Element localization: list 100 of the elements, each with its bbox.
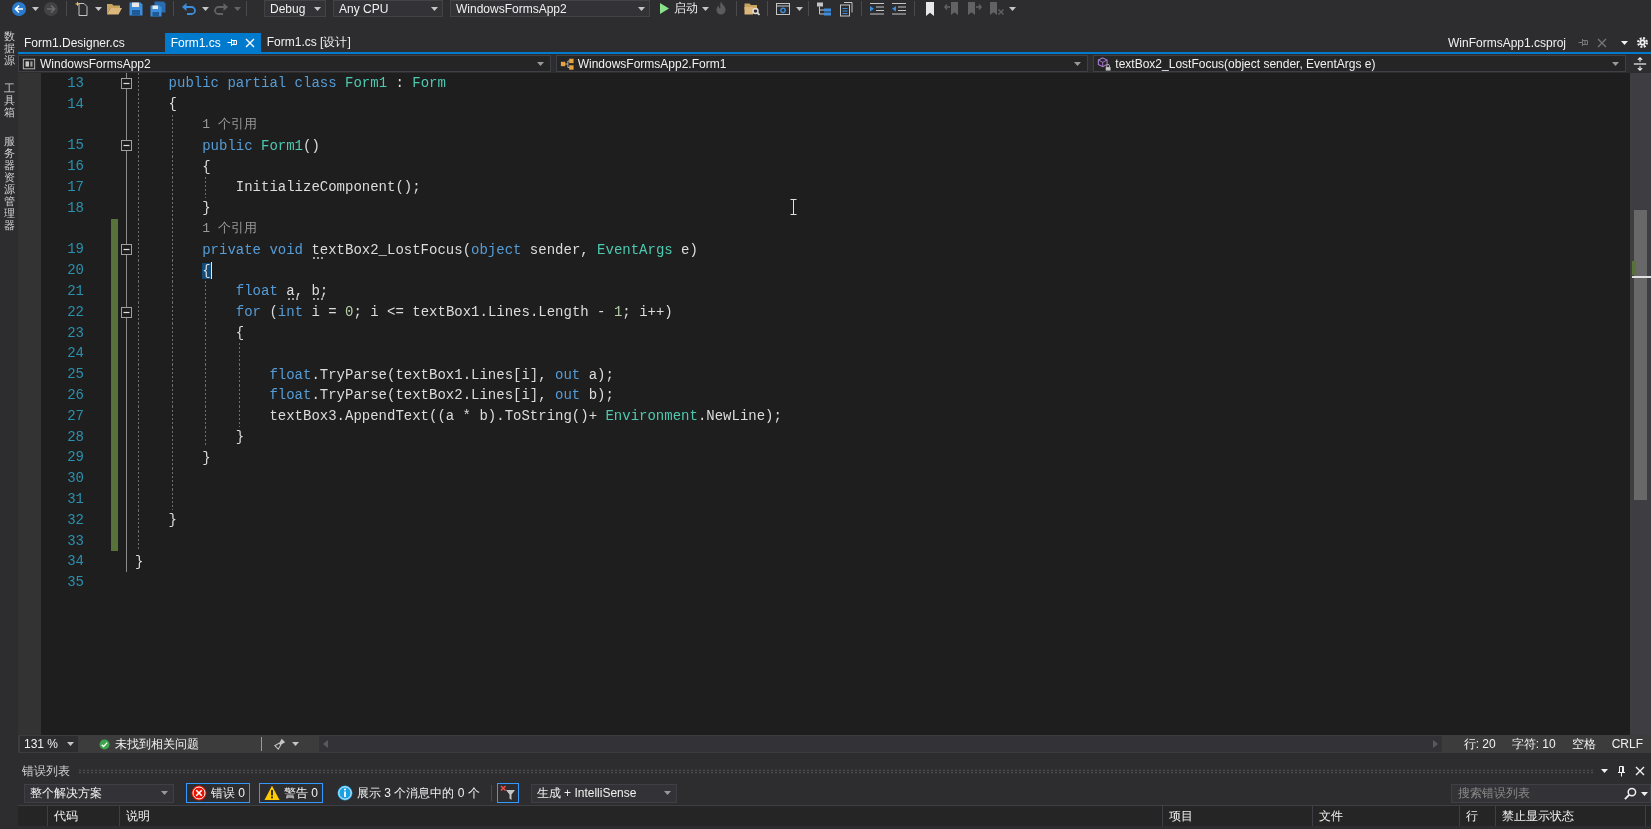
line-number: 34: [67, 553, 84, 570]
line-number: 13: [67, 75, 84, 91]
caret-icon: [94, 6, 102, 11]
line-number: 25: [67, 366, 84, 383]
caret-icon[interactable]: [1641, 791, 1648, 796]
line-number: 31: [67, 490, 84, 507]
line-indicator[interactable]: 行: 20: [1463, 735, 1496, 753]
caret-icon: [201, 6, 209, 11]
settings-icon[interactable]: [1636, 36, 1649, 49]
line-number: 28: [67, 428, 84, 445]
side-tab[interactable]: 数据源: [3, 30, 15, 67]
search-icon[interactable]: [1624, 786, 1637, 800]
caret-icon[interactable]: [1601, 769, 1608, 773]
play-icon: [660, 3, 669, 14]
column-header[interactable]: 说明: [126, 807, 150, 825]
zoom-dropdown[interactable]: 131 %: [20, 736, 78, 752]
bookmark-arrow-icon: [944, 0, 960, 17]
side-tab[interactable]: 服务器资源管理器: [3, 134, 15, 232]
start-button[interactable]: 启动: [658, 0, 700, 17]
toolbar-dropdown[interactable]: Debug: [264, 0, 326, 17]
filter-toggle[interactable]: 错误 0: [186, 783, 250, 803]
search-field[interactable]: 搜索错误列表: [1451, 783, 1651, 803]
change-marker: [1632, 261, 1636, 275]
line-number: 35: [67, 574, 84, 591]
code-line: }: [135, 552, 144, 571]
error-icon: [191, 785, 207, 801]
tab-label[interactable]: Form1.Designer.cs: [24, 35, 125, 50]
collapse-icon[interactable]: [121, 244, 132, 256]
filter-icon: [499, 785, 516, 801]
scrollbar-thumb[interactable]: [1634, 210, 1647, 500]
code-line: float a, b;: [235, 282, 329, 301]
code-cleanup-button[interactable]: [272, 736, 301, 752]
column-header[interactable]: 禁止显示状态: [1502, 807, 1574, 825]
caret-icon: [1008, 6, 1016, 11]
column-header[interactable]: 行: [1466, 807, 1478, 825]
collapse-icon[interactable]: [121, 306, 132, 318]
line-number: 33: [67, 532, 84, 549]
build-filter-button[interactable]: [496, 783, 519, 803]
line-ending[interactable]: CRLF: [1611, 737, 1643, 751]
toolbar-dropdown[interactable]: WindowsFormsApp2: [450, 0, 650, 17]
line-number: 27: [67, 407, 84, 424]
line-number: 18: [67, 199, 84, 216]
caret-icon: [431, 6, 438, 11]
line-number: 14: [67, 95, 84, 112]
preview-tab[interactable]: WinFormsApp1.csproj: [1447, 35, 1566, 50]
code-line: {: [235, 323, 245, 342]
bookmark-arrow-icon: [966, 0, 982, 17]
code-line: }: [168, 511, 177, 530]
document-tab[interactable]: Form1.cs: [164, 33, 261, 52]
line-number: 17: [67, 179, 84, 195]
caret-icon: [1074, 61, 1082, 66]
cube-lock-icon: [1097, 56, 1112, 71]
tab-label[interactable]: Form1.cs [设计]: [266, 34, 351, 51]
issues-indicator[interactable]: 未找到相关问题: [97, 736, 201, 752]
reference-count-link[interactable]: 1 个引用: [202, 116, 257, 134]
code-line: float.TryParse(textBox2.Lines[i], out b);: [269, 386, 614, 405]
caret-icon: [314, 6, 321, 11]
caret-icon: [292, 742, 299, 746]
save-all-icon: [150, 0, 166, 17]
window-icon: [775, 0, 791, 17]
line-number: 23: [67, 324, 84, 341]
caret-icon: [701, 6, 709, 11]
tab-label[interactable]: Form1.cs: [170, 35, 221, 50]
document-tab[interactable]: Form1.Designer.cs: [18, 33, 165, 52]
collapse-icon[interactable]: [121, 140, 132, 152]
scope-dropdown[interactable]: 整个解决方案: [24, 783, 174, 803]
column-header[interactable]: 文件: [1319, 807, 1343, 825]
side-tab[interactable]: 工具箱: [3, 82, 15, 119]
filter-toggle[interactable]: 展示 3 个消息中的 0 个: [332, 783, 485, 803]
brush-icon: [274, 738, 286, 750]
navigation-dropdown[interactable]: textBox2_LostFocus(object sender, EventArgs e): [1093, 55, 1626, 72]
toolbar-dropdown[interactable]: Any CPU: [333, 0, 443, 17]
warning-icon: [264, 785, 280, 801]
filter-toggle[interactable]: 警告 0: [259, 783, 324, 803]
panel-title: 错误列表: [22, 762, 70, 780]
navigation-dropdown[interactable]: WindowsFormsApp2: [18, 55, 551, 72]
caret-icon[interactable]: [1621, 40, 1628, 45]
code-line: for (int i = 0; i <= textBox1.Lines.Length - 1; i++): [235, 303, 673, 322]
line-number: 16: [67, 158, 84, 175]
line-number: 29: [67, 449, 84, 466]
collapse-icon[interactable]: [121, 77, 132, 89]
column-indicator[interactable]: 字符: 10: [1511, 735, 1556, 753]
line-number: 30: [67, 470, 84, 487]
check-circle-icon: [99, 738, 110, 750]
save-icon: [128, 0, 144, 17]
reference-count-link[interactable]: 1 个引用: [202, 219, 257, 238]
navigation-dropdown[interactable]: WindowsFormsApp2.Form1: [555, 55, 1089, 72]
line-number: 19: [67, 241, 84, 258]
code-line: public Form1(): [202, 136, 320, 155]
caret-line-marker: [1632, 276, 1651, 278]
vertical-scrollbar[interactable]: [1630, 73, 1651, 735]
column-header[interactable]: 项目: [1169, 807, 1193, 825]
split-arrows-icon[interactable]: [1633, 56, 1647, 71]
column-header[interactable]: 代码: [54, 807, 78, 825]
new-file-icon: [74, 0, 90, 17]
document-tab[interactable]: Form1.cs [设计]: [260, 33, 391, 52]
indent-mode[interactable]: 空格: [1571, 735, 1596, 753]
caret-icon: [795, 6, 803, 11]
hierarchy-icon: [816, 0, 832, 17]
source-dropdown[interactable]: 生成 + IntelliSense: [530, 783, 677, 803]
